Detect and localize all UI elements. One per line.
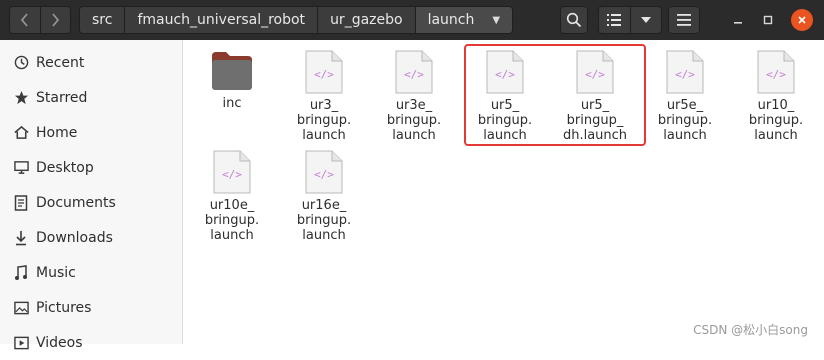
xml-file-icon: </> xyxy=(395,50,433,94)
breadcrumb-label: ur_gazebo xyxy=(330,12,403,28)
view-options xyxy=(598,6,662,34)
breadcrumb: src fmauch_universal_robot ur_gazebo lau… xyxy=(79,6,514,34)
file-name: ur3_ bringup. launch xyxy=(296,98,352,143)
header-bar: src fmauch_universal_robot ur_gazebo lau… xyxy=(0,0,824,40)
watermark: CSDN @松小白song xyxy=(693,323,808,337)
sidebar-item-label: Recent xyxy=(36,54,85,71)
file-name: ur10e_ bringup. launch xyxy=(204,198,260,243)
file-name: ur10_ bringup. launch xyxy=(748,98,804,143)
sidebar-item-label: Starred xyxy=(36,89,88,106)
sidebar-item-label: Home xyxy=(36,124,78,141)
list-view-button[interactable] xyxy=(599,7,630,33)
sidebar-item-downloads[interactable]: Downloads xyxy=(0,220,182,255)
file-name: ur3e_ bringup. launch xyxy=(386,98,442,143)
chevron-right-icon xyxy=(52,13,60,27)
nav-buttons xyxy=(9,6,71,34)
chevron-left-icon xyxy=(20,13,28,27)
svg-text:</>: </> xyxy=(404,68,424,81)
star-icon xyxy=(12,90,30,105)
breadcrumb-ur-gazebo[interactable]: ur_gazebo xyxy=(318,7,416,33)
documents-icon xyxy=(12,194,30,211)
minimize-icon xyxy=(734,22,742,24)
desktop-icon xyxy=(12,160,30,175)
music-icon xyxy=(12,264,30,281)
close-button[interactable] xyxy=(791,9,813,31)
breadcrumb-fmauch-universal-robot[interactable]: fmauch_universal_robot xyxy=(125,7,319,33)
sidebar-item-music[interactable]: Music xyxy=(0,255,182,290)
file-item[interactable]: </> ur3e_ bringup. launch xyxy=(369,50,459,143)
svg-text:</>: </> xyxy=(766,68,786,81)
sidebar-item-documents[interactable]: Documents xyxy=(0,185,182,220)
search-icon xyxy=(566,12,582,28)
sidebar: Recent Starred Home Desktop Documents Do… xyxy=(0,40,183,351)
close-icon xyxy=(798,16,806,24)
sidebar-item-label: Music xyxy=(36,264,76,281)
svg-text:</>: </> xyxy=(314,68,334,81)
xml-file-icon: </> xyxy=(305,50,343,94)
maximize-icon xyxy=(763,15,773,25)
sidebar-item-pictures[interactable]: Pictures xyxy=(0,290,182,325)
clock-icon xyxy=(12,55,30,70)
svg-text:</>: </> xyxy=(222,168,242,181)
back-button[interactable] xyxy=(10,6,40,34)
videos-icon xyxy=(12,336,30,350)
sidebar-item-label: Pictures xyxy=(36,299,92,316)
list-view-icon xyxy=(607,14,622,26)
file-item[interactable]: </> ur16e_ bringup. launch xyxy=(279,150,369,243)
sidebar-item-recent[interactable]: Recent xyxy=(0,45,182,80)
file-name: ur5e_ bringup. launch xyxy=(657,98,713,143)
sidebar-item-starred[interactable]: Starred xyxy=(0,80,182,115)
menu-button[interactable] xyxy=(668,6,700,34)
breadcrumb-label: src xyxy=(92,12,113,28)
caret-down-icon xyxy=(640,17,651,23)
forward-button[interactable] xyxy=(41,6,71,34)
search-button[interactable] xyxy=(560,6,588,34)
xml-file-icon: </> xyxy=(305,150,343,194)
svg-text:</>: </> xyxy=(314,168,334,181)
sidebar-item-label: Videos xyxy=(36,334,83,351)
minimize-button[interactable] xyxy=(727,9,749,31)
breadcrumb-src[interactable]: src xyxy=(80,7,126,33)
sidebar-item-label: Documents xyxy=(36,194,116,211)
file-name: ur16e_ bringup. launch xyxy=(296,198,352,243)
sidebar-item-label: Desktop xyxy=(36,159,94,176)
file-item[interactable]: </> ur10_ bringup. launch xyxy=(731,50,821,143)
maximize-button[interactable] xyxy=(757,9,779,31)
sidebar-item-videos[interactable]: Videos xyxy=(0,325,182,360)
file-item[interactable]: </> ur10e_ bringup. launch xyxy=(187,150,277,243)
file-item-folder[interactable]: inc xyxy=(187,50,277,111)
svg-text:</>: </> xyxy=(675,68,695,81)
sidebar-item-desktop[interactable]: Desktop xyxy=(0,150,182,185)
sidebar-item-home[interactable]: Home xyxy=(0,115,182,150)
xml-file-icon: </> xyxy=(757,50,795,94)
download-icon xyxy=(12,230,30,246)
xml-file-icon: </> xyxy=(666,50,704,94)
folder-icon xyxy=(210,50,254,92)
xml-file-icon: </> xyxy=(213,150,251,194)
breadcrumb-label: fmauch_universal_robot xyxy=(137,12,306,28)
file-name: inc xyxy=(222,96,242,111)
pictures-icon xyxy=(12,301,30,315)
hamburger-icon xyxy=(677,14,691,26)
view-dropdown-button[interactable] xyxy=(631,7,662,33)
file-item[interactable]: </> ur5e_ bringup. launch xyxy=(640,50,730,143)
file-item[interactable]: </> ur3_ bringup. launch xyxy=(279,50,369,143)
breadcrumb-launch[interactable]: launch ▼ xyxy=(415,7,513,33)
sidebar-item-label: Downloads xyxy=(36,229,113,246)
breadcrumb-label: launch xyxy=(427,12,475,28)
highlight-box xyxy=(464,44,646,146)
home-icon xyxy=(12,125,30,140)
caret-down-icon: ▼ xyxy=(492,14,501,26)
